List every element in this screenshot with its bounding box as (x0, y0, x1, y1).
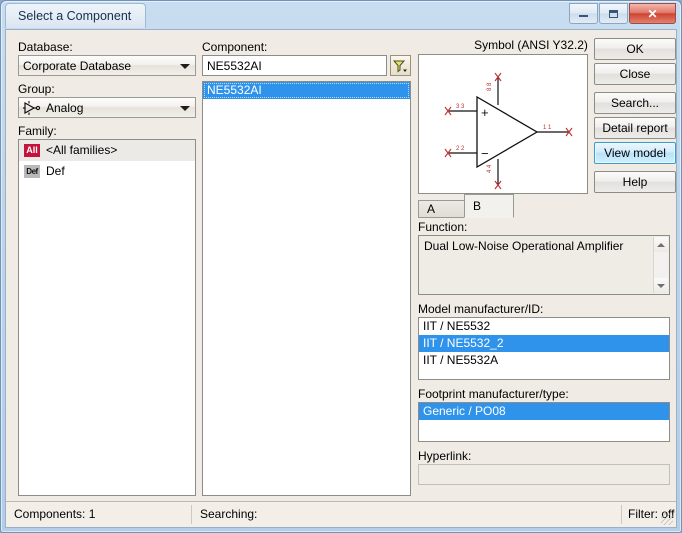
status-bar: Components: 1 Searching: Filter: off (6, 501, 676, 527)
hyperlink-label: Hyperlink: (418, 449, 472, 463)
status-components: Components: 1 (14, 507, 96, 521)
model-list-item[interactable]: IIT / NE5532 (419, 318, 669, 335)
function-label: Function: (418, 220, 468, 234)
family-listbox[interactable]: All <All families> Def Def (18, 139, 196, 496)
hyperlink-value (419, 465, 423, 479)
dialog-window: Select a Component ✕ Database: Corporate… (0, 0, 682, 533)
resize-grip-icon[interactable] (661, 513, 673, 525)
maximize-icon (600, 4, 627, 23)
svg-text:1 1: 1 1 (543, 125, 552, 131)
help-button[interactable]: Help (594, 171, 676, 193)
svg-text:4 4: 4 4 (487, 164, 493, 173)
function-value: Dual Low-Noise Operational Amplifier (424, 239, 624, 253)
detail-report-button[interactable]: Detail report (594, 117, 676, 139)
dialog-body: Database: Corporate Database Group: Anal… (6, 30, 676, 501)
status-separator (191, 505, 192, 524)
ok-button-label: OK (626, 42, 644, 56)
detail-report-button-label: Detail report (602, 121, 668, 135)
title-bar: Select a Component ✕ (1, 1, 681, 29)
component-label: Component: (202, 40, 268, 54)
footprint-listbox[interactable]: Generic / PO08 (418, 402, 670, 442)
ok-button[interactable]: OK (594, 38, 676, 60)
status-separator (621, 505, 622, 524)
window-controls: ✕ (568, 3, 676, 24)
close-icon: ✕ (647, 6, 658, 21)
component-input-value: NE5532AI (207, 58, 262, 73)
help-button-label: Help (622, 175, 648, 189)
function-textarea[interactable]: Dual Low-Noise Operational Amplifier (418, 235, 670, 295)
search-button-label: Search... (610, 96, 660, 110)
tab-b[interactable]: B (464, 194, 514, 218)
component-listbox[interactable]: NE5532AI (202, 81, 411, 496)
tab-b-label: B (473, 199, 482, 213)
svg-text:3 3: 3 3 (456, 104, 465, 110)
footprint-label: Footprint manufacturer/type: (418, 387, 569, 401)
model-list-item[interactable]: IIT / NE5532A (419, 352, 669, 369)
all-families-badge-icon: All (24, 144, 40, 157)
chevron-down-icon (180, 105, 190, 111)
database-label: Database: (18, 40, 73, 54)
scroll-down-icon[interactable] (654, 278, 668, 293)
view-model-button[interactable]: View model (594, 142, 676, 164)
model-listbox[interactable]: IIT / NE5532 IIT / NE5532_2 IIT / NE5532… (418, 317, 670, 380)
status-searching: Searching: (200, 507, 258, 521)
family-item-label: <All families> (46, 143, 118, 157)
family-list-item-all[interactable]: All <All families> (19, 140, 195, 161)
window-title-tab: Select a Component (5, 3, 147, 28)
view-model-button-label: View model (604, 146, 666, 160)
filter-dropdown-button[interactable] (390, 55, 411, 76)
component-search-input[interactable]: NE5532AI (202, 55, 387, 76)
page-title: Select a Component (18, 9, 132, 23)
close-dialog-button[interactable]: Close (594, 63, 676, 85)
database-value: Corporate Database (23, 58, 132, 73)
group-value: Analog (46, 100, 84, 115)
svg-text:−: − (481, 146, 489, 161)
def-family-badge-icon: Def (24, 165, 40, 178)
minimize-icon (570, 4, 597, 23)
tab-a[interactable]: A (418, 200, 470, 218)
search-button[interactable]: Search... (594, 92, 676, 114)
hyperlink-field[interactable] (418, 464, 670, 485)
family-item-label: Def (46, 164, 65, 178)
scroll-up-icon[interactable] (654, 237, 668, 252)
model-list-item-selected[interactable]: IIT / NE5532_2 (419, 335, 669, 352)
close-button[interactable]: ✕ (629, 3, 676, 24)
opamp-icon (23, 100, 41, 115)
minimize-button[interactable] (569, 3, 598, 24)
group-dropdown[interactable]: Analog (18, 97, 196, 118)
group-label: Group: (18, 82, 55, 96)
model-label: Model manufacturer/ID: (418, 302, 544, 316)
filter-funnel-icon (393, 60, 407, 72)
svg-text:+: + (481, 105, 489, 120)
database-dropdown[interactable]: Corporate Database (18, 55, 196, 76)
footprint-list-item-selected[interactable]: Generic / PO08 (419, 403, 669, 420)
chevron-down-icon (180, 63, 190, 69)
component-list-item[interactable]: NE5532AI (203, 82, 410, 99)
opamp-symbol-graphic: 3 3 2 2 1 1 8 8 4 4 + − (444, 72, 573, 190)
svg-text:2 2: 2 2 (456, 146, 465, 152)
symbol-tabs: A B (418, 194, 588, 218)
close-button-label: Close (619, 67, 651, 81)
svg-text:8 8: 8 8 (487, 82, 493, 91)
symbol-preview: 3 3 2 2 1 1 8 8 4 4 + − (418, 54, 588, 194)
maximize-button[interactable] (599, 3, 628, 24)
function-scrollbar[interactable] (653, 237, 668, 293)
symbol-title: Symbol (ANSI Y32.2) (474, 38, 588, 52)
dialog-client: Database: Corporate Database Group: Anal… (5, 29, 677, 528)
family-label: Family: (18, 124, 57, 138)
family-list-item-def[interactable]: Def Def (19, 161, 195, 182)
tab-a-label: A (427, 202, 436, 216)
